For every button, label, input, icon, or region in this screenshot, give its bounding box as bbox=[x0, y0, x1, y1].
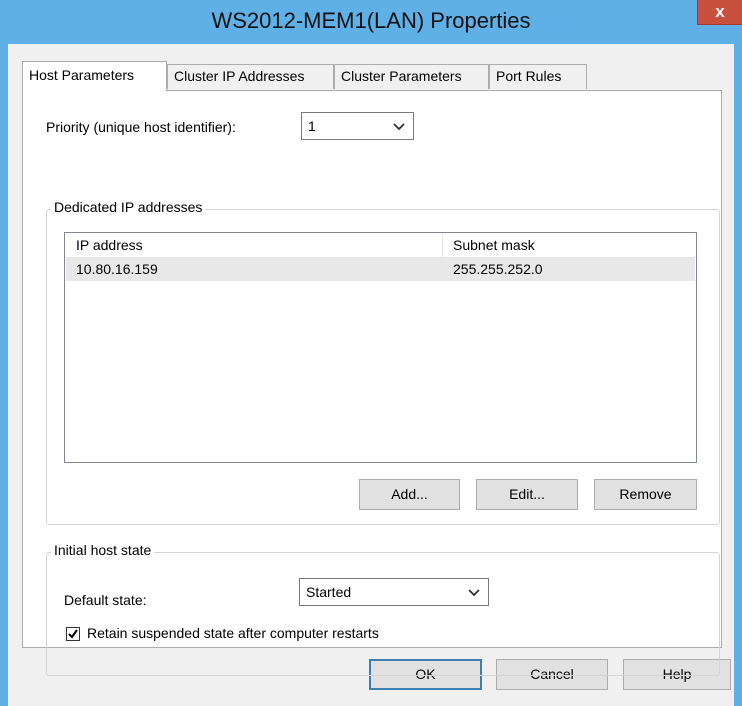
priority-select[interactable]: 1 bbox=[301, 112, 414, 140]
tab-host-parameters[interactable]: Host Parameters bbox=[22, 61, 167, 91]
window-title: WS2012-MEM1(LAN) Properties bbox=[211, 8, 531, 33]
retain-suspended-checkbox[interactable] bbox=[66, 627, 80, 641]
initial-host-state-group bbox=[46, 552, 720, 676]
dedicated-ip-group-label: Dedicated IP addresses bbox=[51, 199, 206, 215]
ip-address-list[interactable]: IP address Subnet mask 10.80.16.159 255.… bbox=[64, 232, 697, 463]
default-state-value: Started bbox=[306, 584, 352, 600]
priority-label: Priority (unique host identifier): bbox=[46, 119, 236, 135]
window-border-left bbox=[0, 44, 8, 706]
default-state-select[interactable]: Started bbox=[299, 578, 489, 606]
initial-host-state-group-label: Initial host state bbox=[51, 542, 155, 558]
ip-list-header: IP address Subnet mask bbox=[66, 234, 695, 258]
ip-address-cell: 10.80.16.159 bbox=[76, 261, 158, 277]
dialog-client-area: Host Parameters Cluster IP Addresses Clu… bbox=[8, 44, 734, 706]
chevron-down-icon bbox=[468, 580, 480, 615]
retain-suspended-label[interactable]: Retain suspended state after computer re… bbox=[87, 625, 379, 641]
table-row[interactable]: 10.80.16.159 255.255.252.0 bbox=[66, 258, 695, 281]
title-bar[interactable]: WS2012-MEM1(LAN) Properties x bbox=[0, 0, 742, 44]
properties-dialog: WS2012-MEM1(LAN) Properties x Host Param… bbox=[0, 0, 742, 706]
tab-cluster-ip-addresses[interactable]: Cluster IP Addresses bbox=[167, 64, 334, 89]
column-header-ip-address[interactable]: IP address bbox=[66, 234, 443, 257]
subnet-mask-cell: 255.255.252.0 bbox=[453, 261, 543, 277]
default-state-label: Default state: bbox=[64, 592, 147, 608]
close-button[interactable]: x bbox=[697, 0, 742, 25]
add-button[interactable]: Add... bbox=[359, 479, 460, 510]
priority-value: 1 bbox=[308, 118, 316, 134]
close-icon: x bbox=[715, 2, 725, 21]
host-parameters-page: Priority (unique host identifier): 1 Ded… bbox=[22, 90, 722, 676]
tab-cluster-parameters[interactable]: Cluster Parameters bbox=[334, 64, 489, 89]
tab-port-rules[interactable]: Port Rules bbox=[489, 64, 587, 89]
window-border-right bbox=[734, 44, 742, 706]
column-header-subnet-mask[interactable]: Subnet mask bbox=[443, 234, 695, 257]
chevron-down-icon bbox=[393, 114, 405, 149]
edit-button[interactable]: Edit... bbox=[476, 479, 578, 510]
checkmark-icon bbox=[68, 629, 78, 639]
remove-button[interactable]: Remove bbox=[594, 479, 697, 510]
